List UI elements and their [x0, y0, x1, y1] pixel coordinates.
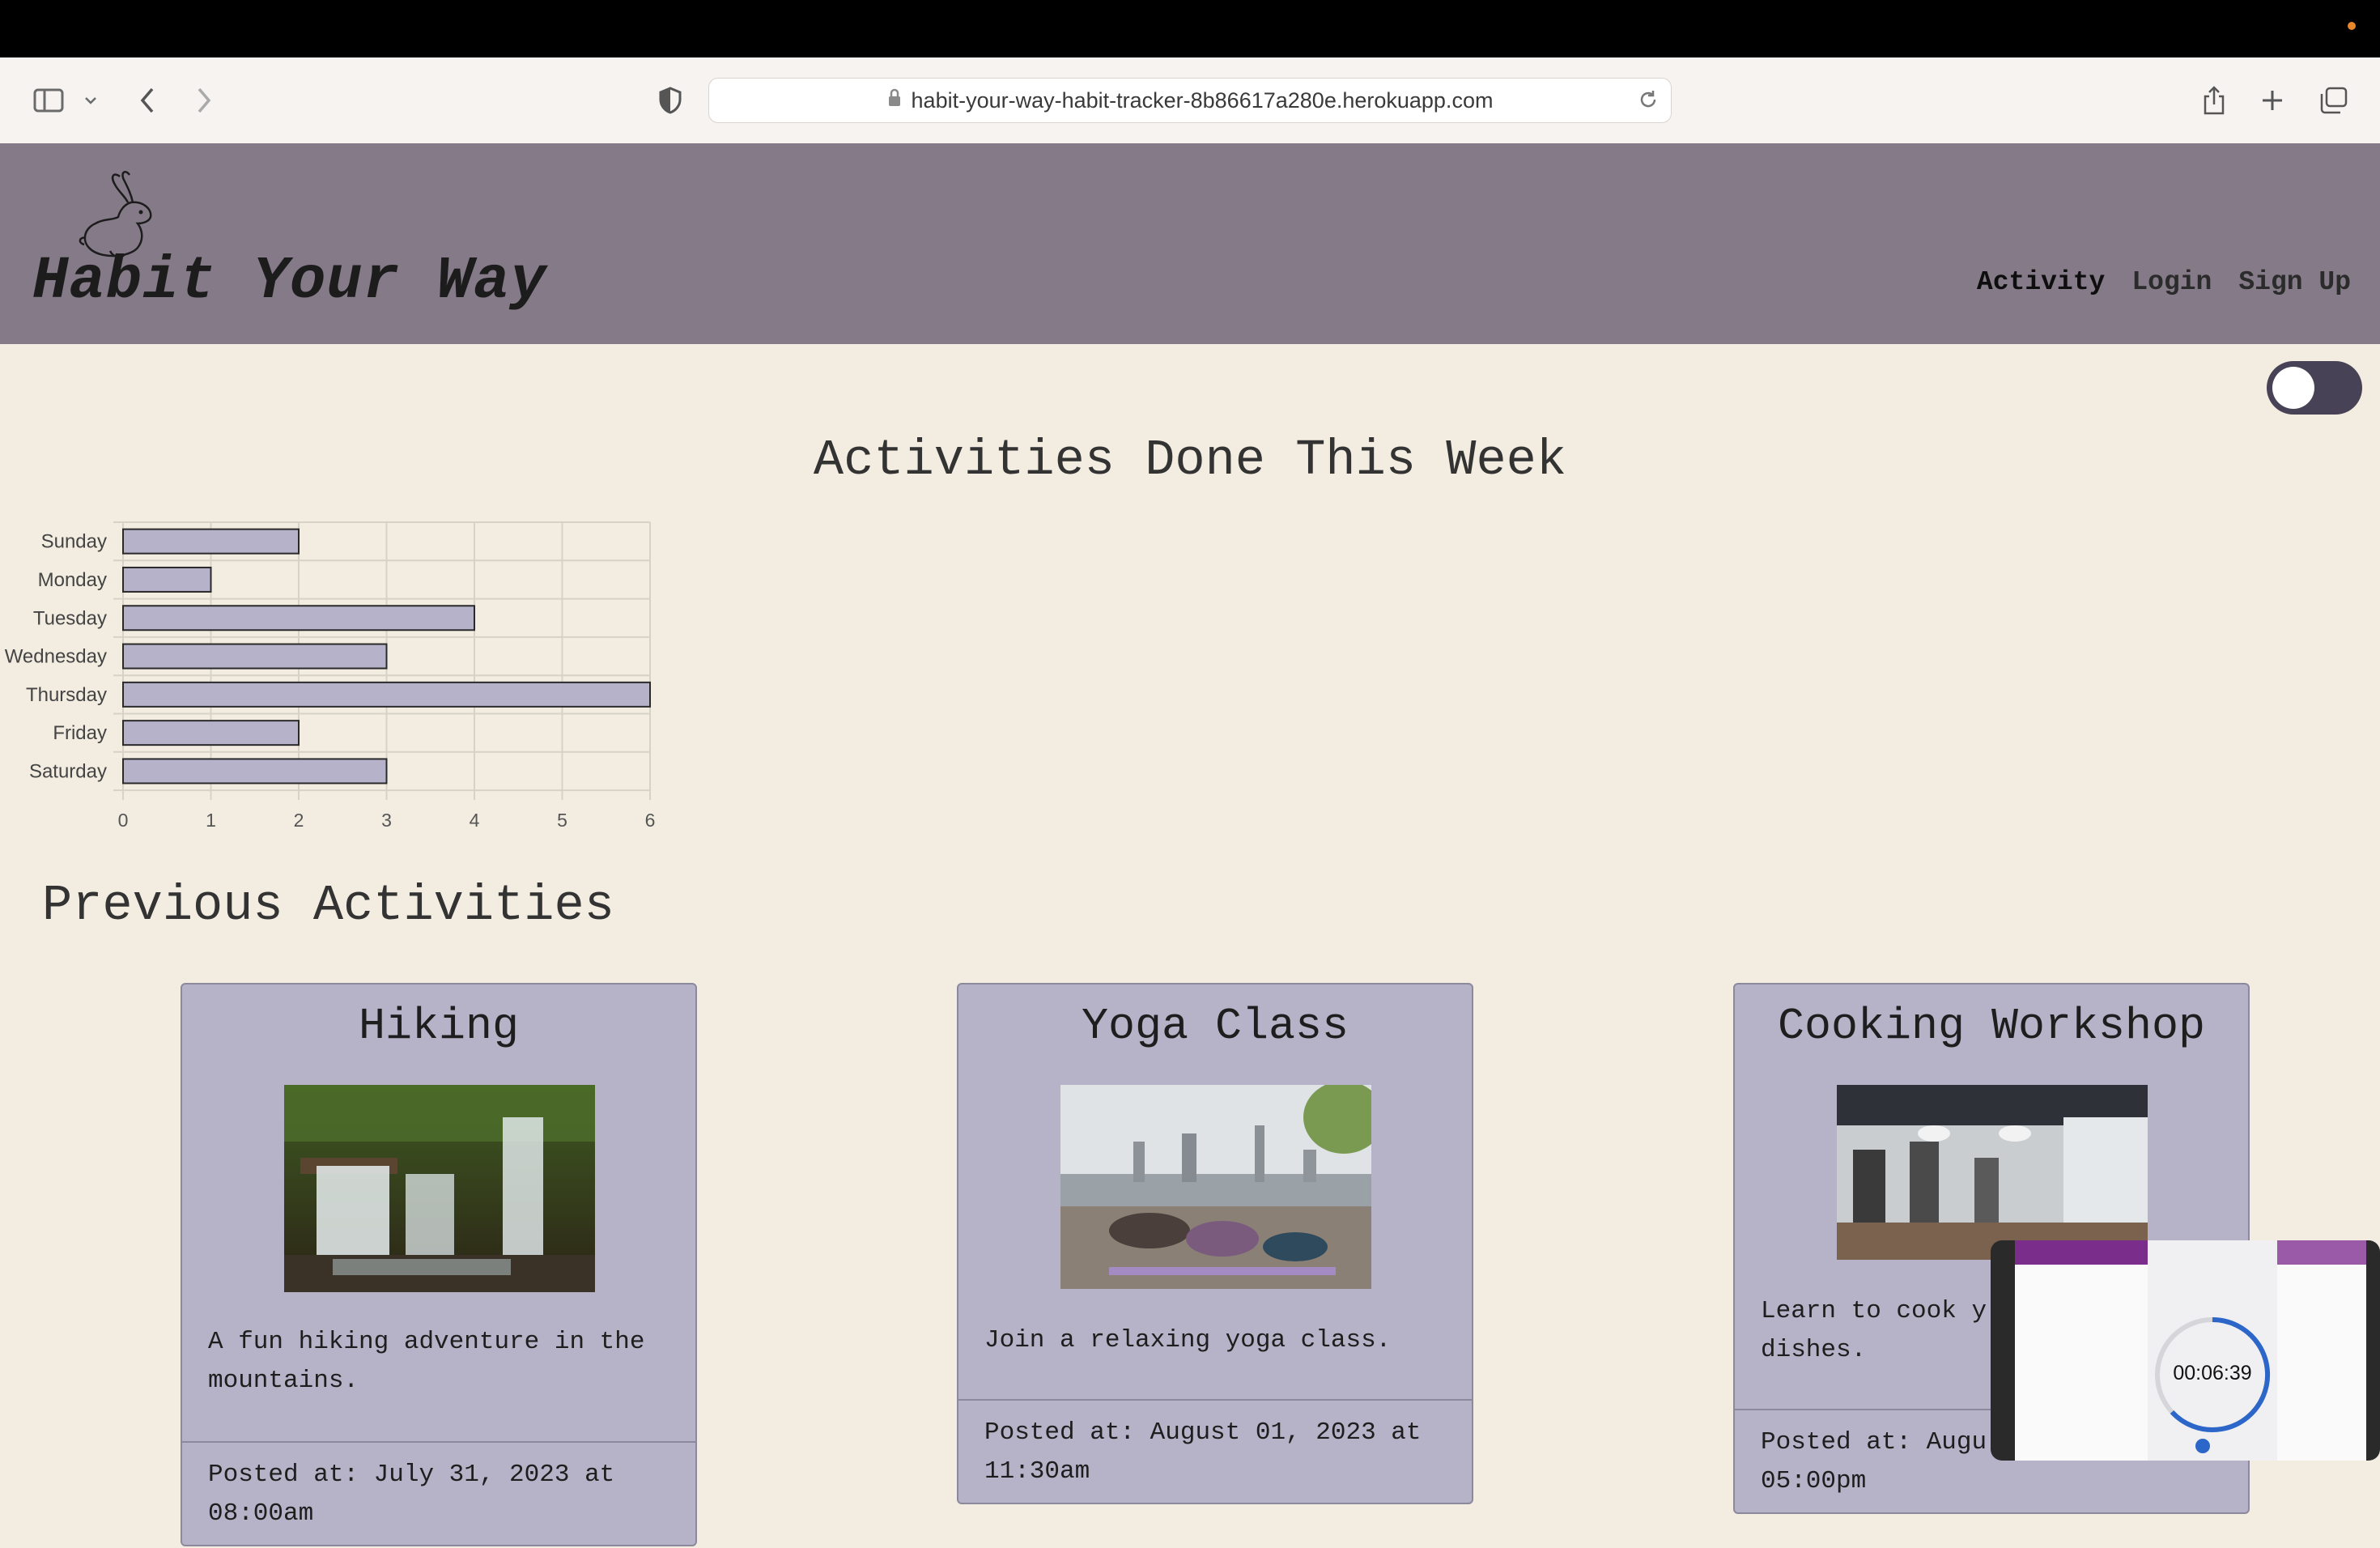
nav-login[interactable]: Login — [2131, 267, 2212, 297]
address-bar[interactable]: habit-your-way-habit-tracker-8b86617a280… — [708, 78, 1672, 123]
pip-timer-text: 00:06:39 — [2173, 1362, 2252, 1384]
pip-window[interactable]: 00:06:39 — [1991, 1240, 2380, 1461]
card-posted-at: Posted at: July 31, 2023 at 08:00am — [208, 1461, 615, 1528]
card-title: Cooking Workshop — [1777, 1001, 2206, 1052]
bar-friday — [122, 720, 300, 746]
y-tick-label: Saturday — [29, 760, 107, 782]
menu-bar — [0, 0, 2380, 57]
previous-activities-title: Previous Activities — [42, 877, 614, 934]
weekly-activity-chart: 0 1 2 3 4 5 6 Sunday Monday Tuesday Wednesday Thurs… — [5, 521, 656, 831]
card-posted-at: Posted at: August 01, 2023 at 11:30am — [984, 1418, 1422, 1486]
x-tick-label: 6 — [645, 810, 656, 831]
pip-right-pane — [2277, 1240, 2366, 1461]
x-tick-label: 5 — [557, 810, 567, 831]
y-tick-label: Sunday — [41, 531, 107, 553]
back-icon[interactable] — [134, 82, 160, 119]
x-tick-label: 0 — [118, 810, 129, 831]
privacy-shield-icon[interactable] — [657, 82, 683, 119]
y-tick-label: Thursday — [26, 684, 107, 706]
x-tick-label: 1 — [206, 810, 216, 831]
pip-middle-pane — [2148, 1240, 2277, 1461]
card-divider — [958, 1399, 1472, 1401]
browser-toolbar: habit-your-way-habit-tracker-8b86617a280… — [0, 57, 2380, 144]
url-text: habit-your-way-habit-tracker-8b86617a280… — [911, 87, 1494, 113]
bar-monday — [122, 566, 212, 593]
chart-title: Activities Done This Week — [813, 432, 1567, 489]
x-tick-label: 2 — [294, 810, 304, 831]
pip-left-pane — [2015, 1240, 2148, 1461]
card-description: Join a relaxing yoga class. — [984, 1326, 1392, 1354]
tab-overview-icon[interactable] — [2318, 82, 2349, 119]
y-tick-label: Friday — [53, 722, 107, 744]
y-tick-label: Tuesday — [33, 607, 107, 629]
x-tick-label: 3 — [381, 810, 392, 831]
sidebar-toggle-icon[interactable] — [31, 82, 66, 119]
nav-activity[interactable]: Activity — [1977, 267, 2105, 297]
x-tick-label: 4 — [470, 810, 480, 831]
lock-icon — [887, 88, 902, 113]
y-tick-label: Wednesday — [5, 646, 107, 668]
waterfall-image — [284, 1085, 595, 1292]
status-dot-icon — [2348, 22, 2356, 30]
card-description: A fun hiking adventure in the mountains. — [208, 1328, 645, 1395]
cooking-workshop-image — [1837, 1085, 2148, 1260]
activity-card-yoga[interactable]: Yoga Class Join a relaxing yoga class. P… — [957, 983, 1473, 1504]
card-title: Hiking — [358, 1001, 520, 1052]
yoga-image — [1060, 1081, 1384, 1289]
new-tab-icon[interactable] — [2259, 82, 2286, 119]
chevron-down-icon[interactable] — [81, 82, 100, 119]
pip-left-pane-header — [2015, 1240, 2148, 1265]
pip-right-pane-header — [2277, 1240, 2366, 1265]
nav-signup[interactable]: Sign Up — [2238, 267, 2351, 297]
brand-title[interactable]: Habit Your Way — [32, 248, 547, 316]
bar-thursday — [122, 681, 651, 708]
main-nav: Activity Login Sign Up — [1977, 267, 2351, 297]
card-posted-at-line2: 05:00pm — [1761, 1467, 1867, 1495]
activity-card-hiking[interactable]: Hiking A fun hiking adventure in the mou… — [181, 983, 697, 1546]
forward-icon[interactable] — [191, 82, 217, 119]
card-divider — [182, 1441, 695, 1443]
card-title: Yoga Class — [1081, 1001, 1349, 1052]
bar-saturday — [122, 758, 388, 785]
bar-sunday — [122, 528, 300, 555]
toggle-knob — [2272, 367, 2314, 409]
bar-wednesday — [122, 643, 388, 670]
share-icon[interactable] — [2200, 82, 2228, 119]
reload-icon[interactable] — [1637, 88, 1660, 117]
theme-toggle[interactable] — [2267, 361, 2362, 415]
y-tick-label: Monday — [38, 569, 107, 591]
bar-tuesday — [122, 605, 475, 632]
